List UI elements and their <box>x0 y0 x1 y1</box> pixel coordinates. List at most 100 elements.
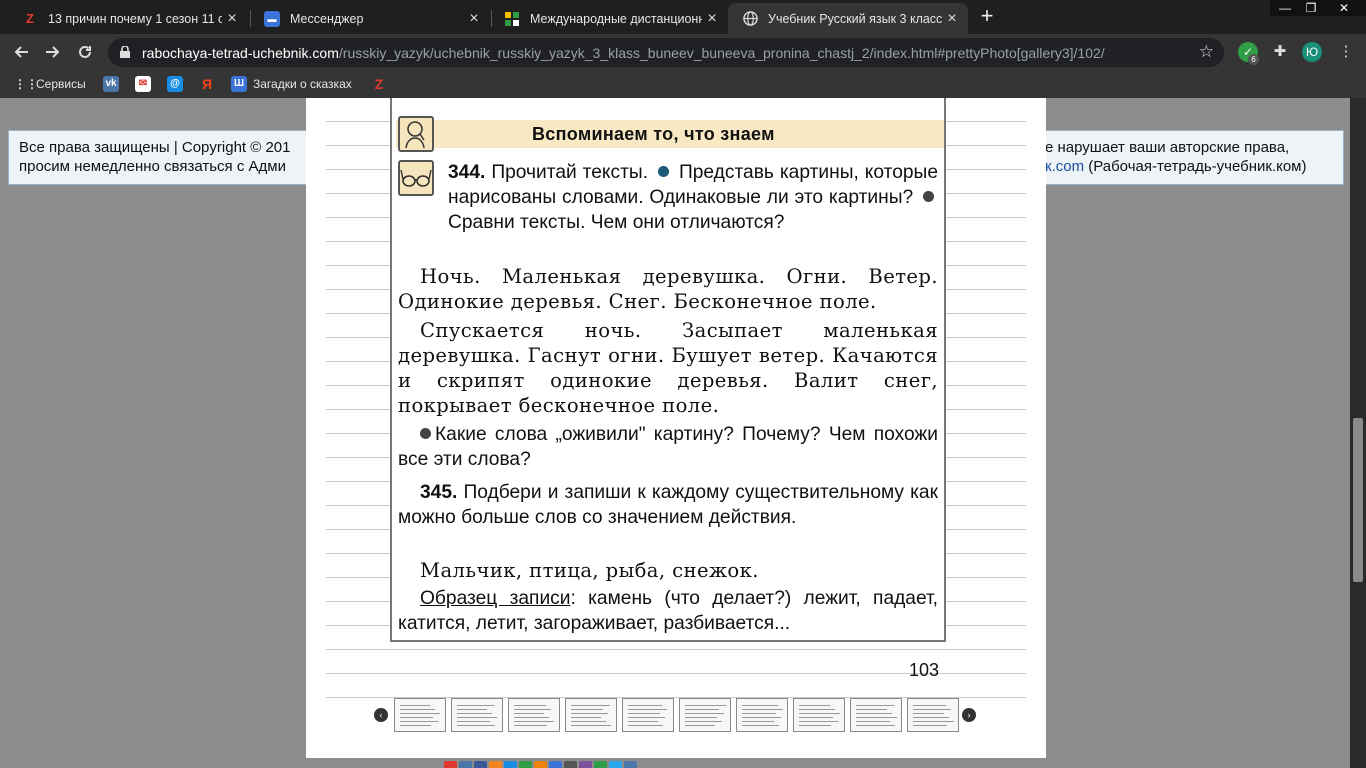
close-icon[interactable]: × <box>464 10 484 28</box>
gallery-thumbnail[interactable] <box>793 698 845 732</box>
share-icon[interactable] <box>504 761 517 768</box>
url-path: /russkiy_yazyk/uchebnik_russkiy_yazyk_3_… <box>338 45 1105 61</box>
gallery-thumbnail[interactable] <box>850 698 902 732</box>
gallery-thumbnail[interactable] <box>565 698 617 732</box>
globe-icon <box>742 11 758 27</box>
close-icon[interactable]: × <box>702 10 722 28</box>
messenger-icon: ▬ <box>264 10 280 27</box>
gallery-thumbnail[interactable] <box>679 698 731 732</box>
reload-button[interactable] <box>72 40 98 64</box>
profile-avatar[interactable]: Ю <box>1302 42 1322 62</box>
share-icon[interactable] <box>549 761 562 768</box>
exercise-instruction: Прочитай тексты. <box>491 162 649 183</box>
share-icon[interactable] <box>579 761 592 768</box>
exercise-344: 344. Прочитай тексты. Представь картины,… <box>448 160 938 235</box>
share-icon[interactable] <box>474 761 487 768</box>
z-icon: Z <box>374 76 384 92</box>
page-content: Все права защищены | Copyright © 201 про… <box>0 98 1366 768</box>
task-marker-icon <box>658 166 669 177</box>
thinking-person-icon <box>398 116 434 152</box>
close-window-button[interactable]: ✕ <box>1322 0 1366 16</box>
notice-link[interactable]: к.com <box>1045 158 1084 175</box>
bookmark-label: Сервисы <box>36 77 86 91</box>
tab-title: 13 причин почему 1 сезон 11 с <box>48 11 222 26</box>
glasses-icon <box>398 160 434 196</box>
grid-icon <box>504 11 520 27</box>
tab-3[interactable]: Международные дистанционны × <box>490 3 728 34</box>
extension-badge: 6 <box>1248 54 1259 65</box>
question-text: Какие слова „оживили" картину? Почему? Ч… <box>398 424 938 470</box>
gallery-next-button[interactable]: › <box>962 708 976 722</box>
bookmark-yandex[interactable]: Я <box>199 76 221 92</box>
notice-line-1-right: е нарушает ваши авторские права, <box>1045 139 1290 156</box>
share-icon[interactable] <box>564 761 577 768</box>
close-icon[interactable]: × <box>942 10 962 28</box>
exercise-instruction: Сравни тексты. Чем они отличаются? <box>448 212 785 233</box>
text-two-content: Спускается ночь. Засыпает маленькая дере… <box>398 319 938 417</box>
address-bar[interactable]: rabochaya-tetrad-uchebnik.com/russkiy_ya… <box>108 38 1224 67</box>
url-text[interactable]: rabochaya-tetrad-uchebnik.com/russkiy_ya… <box>142 45 1105 61</box>
mail-icon: ✉ <box>135 76 151 92</box>
gallery-prev-button[interactable]: ‹ <box>374 708 388 722</box>
navigation-toolbar: rabochaya-tetrad-uchebnik.com/russkiy_ya… <box>0 34 1366 70</box>
lock-icon <box>120 46 130 58</box>
share-icon[interactable] <box>609 761 622 768</box>
scrollbar-thumb[interactable] <box>1353 418 1363 582</box>
task-marker-icon <box>420 428 431 439</box>
share-buttons <box>444 758 639 768</box>
yandex-icon: Я <box>201 76 213 92</box>
bookmark-mail[interactable]: ✉ <box>135 76 157 92</box>
exercise-345: 345. Подбери и запиши к каждому существи… <box>398 480 938 530</box>
share-icon[interactable] <box>489 761 502 768</box>
reload-icon <box>79 45 91 58</box>
text-one: Ночь. Маленькая деревушка. Огни. Ветер. … <box>398 264 938 314</box>
gallery-thumbnail[interactable] <box>451 698 503 732</box>
gallery-thumbnail[interactable] <box>394 698 446 732</box>
notice-line-2: просим немедленно связаться с Адми <box>19 158 286 175</box>
tab-bar: Z 13 причин почему 1 сезон 11 с × ▬ Месс… <box>0 0 1366 34</box>
apps-icon: ⋮⋮ <box>14 77 38 91</box>
bookmark-riddles[interactable]: Ш Загадки о сказках <box>231 76 352 92</box>
gallery-thumbnail[interactable] <box>736 698 788 732</box>
bookmark-vk[interactable]: vk <box>103 76 125 92</box>
share-icon[interactable] <box>459 761 472 768</box>
sample-label: Образец записи <box>420 588 571 609</box>
vk-icon: vk <box>103 76 119 92</box>
exercise-number: 344. <box>448 162 486 183</box>
gallery-thumbnails: ‹ › <box>306 694 1046 740</box>
page-number: 103 <box>909 660 940 680</box>
close-icon[interactable]: × <box>222 10 242 28</box>
share-icon[interactable] <box>534 761 547 768</box>
star-icon[interactable]: ☆ <box>1199 42 1214 62</box>
forward-button[interactable] <box>40 40 66 64</box>
section-banner: Вспоминаем то, что знаем <box>396 120 944 148</box>
exercise-number: 345. <box>420 482 458 503</box>
sample-paragraph: Образец записи: камень (что делает?) леж… <box>398 586 938 636</box>
gallery-thumbnail[interactable] <box>622 698 674 732</box>
bookmarks-bar: ⋮⋮ Сервисы vk ✉ @ Я Ш Загадки о сказках … <box>0 70 1366 98</box>
tab-1[interactable]: Z 13 причин почему 1 сезон 11 с × <box>8 3 248 34</box>
puzzle-icon[interactable]: ✚ <box>1270 42 1290 62</box>
menu-icon[interactable]: ⋮ <box>1336 42 1356 62</box>
page-scrollbar[interactable] <box>1350 98 1366 768</box>
bookmark-apps[interactable]: ⋮⋮ Сервисы <box>14 76 86 92</box>
z-icon: Z <box>26 11 34 26</box>
section-title: Вспоминаем то, что знаем <box>532 124 775 144</box>
share-icon[interactable] <box>444 761 457 768</box>
tab-2[interactable]: ▬ Мессенджер × <box>250 3 490 34</box>
tab-title: Международные дистанционны <box>530 11 702 26</box>
bookmark-at[interactable]: @ <box>167 76 189 92</box>
share-icon[interactable] <box>594 761 607 768</box>
share-icon[interactable] <box>624 761 637 768</box>
back-button[interactable] <box>8 40 34 64</box>
gallery-thumbnail[interactable] <box>508 698 560 732</box>
notice-site-name: (Рабочая-тетрадь-учебник.ком) <box>1084 158 1307 175</box>
tab-4-active[interactable]: Учебник Русский язык 3 класс Б × <box>728 3 968 34</box>
share-icon[interactable] <box>519 761 532 768</box>
new-tab-button[interactable]: + <box>978 5 996 29</box>
notice-line-1: Все права защищены | Copyright © 201 <box>19 139 291 156</box>
url-host: rabochaya-tetrad-uchebnik.com <box>142 45 339 61</box>
gallery-thumbnail[interactable] <box>907 698 959 732</box>
at-icon: @ <box>167 76 183 92</box>
bookmark-z[interactable]: Z <box>371 76 393 92</box>
